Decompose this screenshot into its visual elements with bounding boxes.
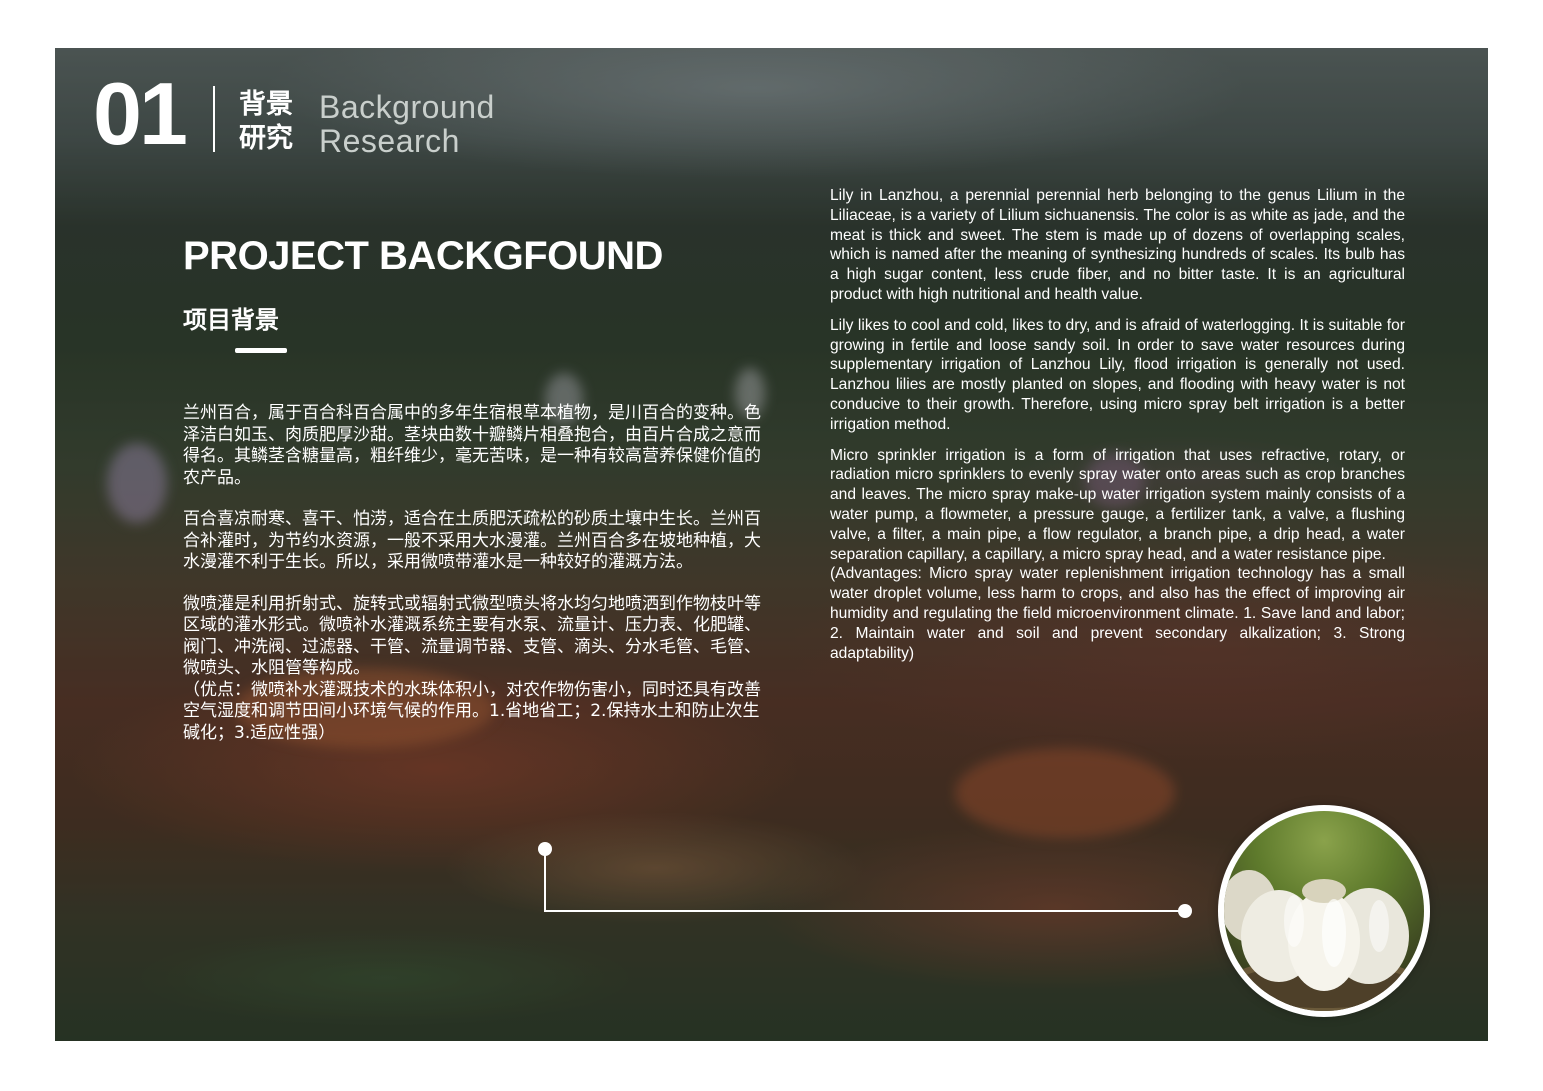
header-en-line1: Background bbox=[319, 89, 495, 125]
lily-bulb-icon bbox=[1224, 870, 1424, 1011]
en-paragraph: (Advantages: Micro spray water replenish… bbox=[830, 565, 1405, 662]
background-photo-field: 01 背景 研究 Background Research PROJECT BAC… bbox=[55, 48, 1488, 1041]
header-cn-line1: 背景 bbox=[239, 89, 293, 120]
en-paragraph: Lily likes to cool and cold, likes to dr… bbox=[830, 316, 1405, 433]
header-cn-line2: 研究 bbox=[239, 123, 293, 154]
title-underline bbox=[235, 348, 287, 353]
cn-paragraph: 兰州百合，属于百合科百合属中的多年生宿根草本植物，是川百合的变种。色泽洁白如玉、… bbox=[183, 403, 761, 488]
page-title: PROJECT BACKGFOUND bbox=[183, 234, 663, 278]
lily-bulb-image bbox=[1224, 811, 1424, 1011]
cn-paragraph: 微喷灌是利用折射式、旋转式或辐射式微型喷头将水均匀地喷洒到作物枝叶等区域的灌水形… bbox=[183, 593, 761, 679]
header-en-line2: Research bbox=[319, 123, 460, 159]
page-subtitle: 项目背景 bbox=[183, 306, 279, 334]
cn-paragraph: 百合喜凉耐寒、喜干、怕涝，适合在土质肥沃疏松的砂质土壤中生长。兰州百合补灌时，为… bbox=[183, 509, 761, 572]
en-paragraph: Lily in Lanzhou, a perennial perennial h… bbox=[830, 187, 1405, 303]
lily-image-frame bbox=[1218, 805, 1430, 1017]
en-text-column: Lily in Lanzhou, a perennial perennial h… bbox=[830, 186, 1405, 663]
en-paragraph: Micro sprinkler irrigation is a form of … bbox=[830, 446, 1405, 563]
cn-text-column: 兰州百合，属于百合科百合属中的多年生宿根草本植物，是川百合的变种。色泽洁白如玉、… bbox=[183, 403, 769, 744]
section-number: 01 bbox=[93, 64, 188, 163]
header-divider bbox=[213, 86, 215, 152]
cn-paragraph: （优点：微喷补水灌溉技术的水珠体积小，对农作物伤害小，同时还具有改善空气湿度和调… bbox=[183, 679, 761, 743]
